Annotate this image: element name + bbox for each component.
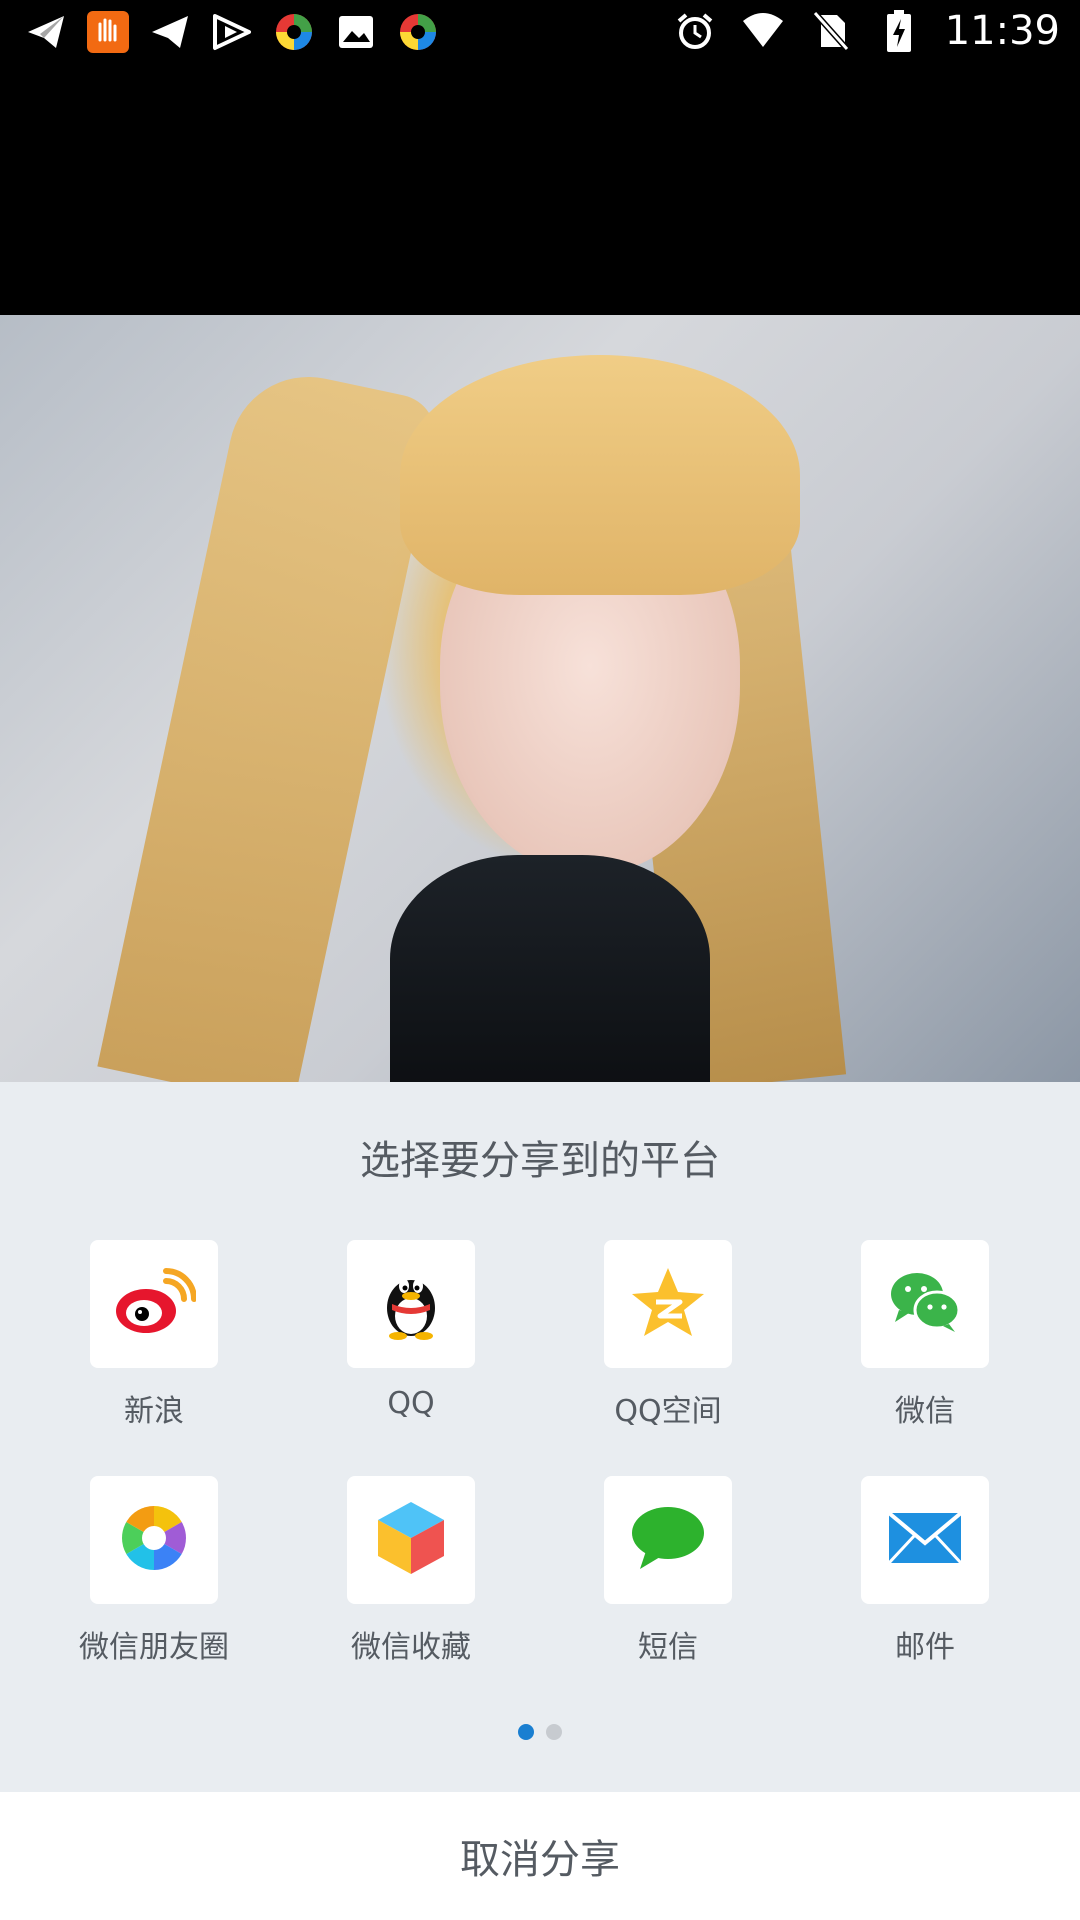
shared-image [0, 315, 1080, 1082]
share-wechat-moments-button[interactable] [90, 1476, 218, 1604]
page-indicator [518, 1724, 562, 1740]
colorful-app-icon [272, 10, 316, 54]
share-sms-button[interactable] [604, 1476, 732, 1604]
telegram-icon [24, 10, 68, 54]
wechat-icon [887, 1270, 963, 1338]
share-wechat-button[interactable] [861, 1240, 989, 1368]
weibo-icon [112, 1267, 197, 1341]
share-sms-label: 短信 [638, 1630, 698, 1665]
qzone-icon [630, 1266, 706, 1342]
email-icon [887, 1511, 963, 1569]
cancel-share-button[interactable]: 取消分享 [0, 1792, 1080, 1920]
share-sheet [0, 1082, 1080, 1792]
share-wechat-label: 微信 [895, 1394, 955, 1429]
share-qq-label: QQ [387, 1386, 435, 1421]
share-qq-button[interactable] [347, 1240, 475, 1368]
qq-icon [378, 1264, 444, 1344]
sms-icon [630, 1505, 706, 1575]
share-wechat-moments-label: 微信朋友圈 [79, 1630, 229, 1665]
gallery-icon [334, 10, 378, 54]
wechat-favorites-icon [376, 1500, 446, 1580]
page-indicator-dot[interactable] [546, 1724, 562, 1740]
telegram-icon [148, 10, 192, 54]
colorful-app-icon [396, 10, 440, 54]
no-sim-icon [809, 9, 853, 53]
wifi-icon [741, 9, 785, 53]
share-qzone-button[interactable] [604, 1240, 732, 1368]
share-weibo-button[interactable] [90, 1240, 218, 1368]
wechat-moments-icon [118, 1502, 190, 1578]
share-email-button[interactable] [861, 1476, 989, 1604]
share-qzone-label: QQ空间 [614, 1394, 722, 1429]
share-sheet-title: 选择要分享到的平台 [360, 1138, 720, 1184]
share-wechat-favorites-label: 微信收藏 [351, 1630, 471, 1665]
share-wechat-favorites-button[interactable] [347, 1476, 475, 1604]
status-time: 11:39 [944, 8, 1060, 54]
status-bar: 11:39 [0, 0, 1080, 62]
share-email-label: 邮件 [895, 1630, 955, 1665]
battery-charging-icon [877, 9, 921, 53]
app-51job-icon [86, 10, 130, 54]
alarm-icon [673, 9, 717, 53]
video-play-icon [210, 10, 254, 54]
page-indicator-dot-active [518, 1724, 534, 1740]
share-weibo-label: 新浪 [124, 1394, 184, 1429]
